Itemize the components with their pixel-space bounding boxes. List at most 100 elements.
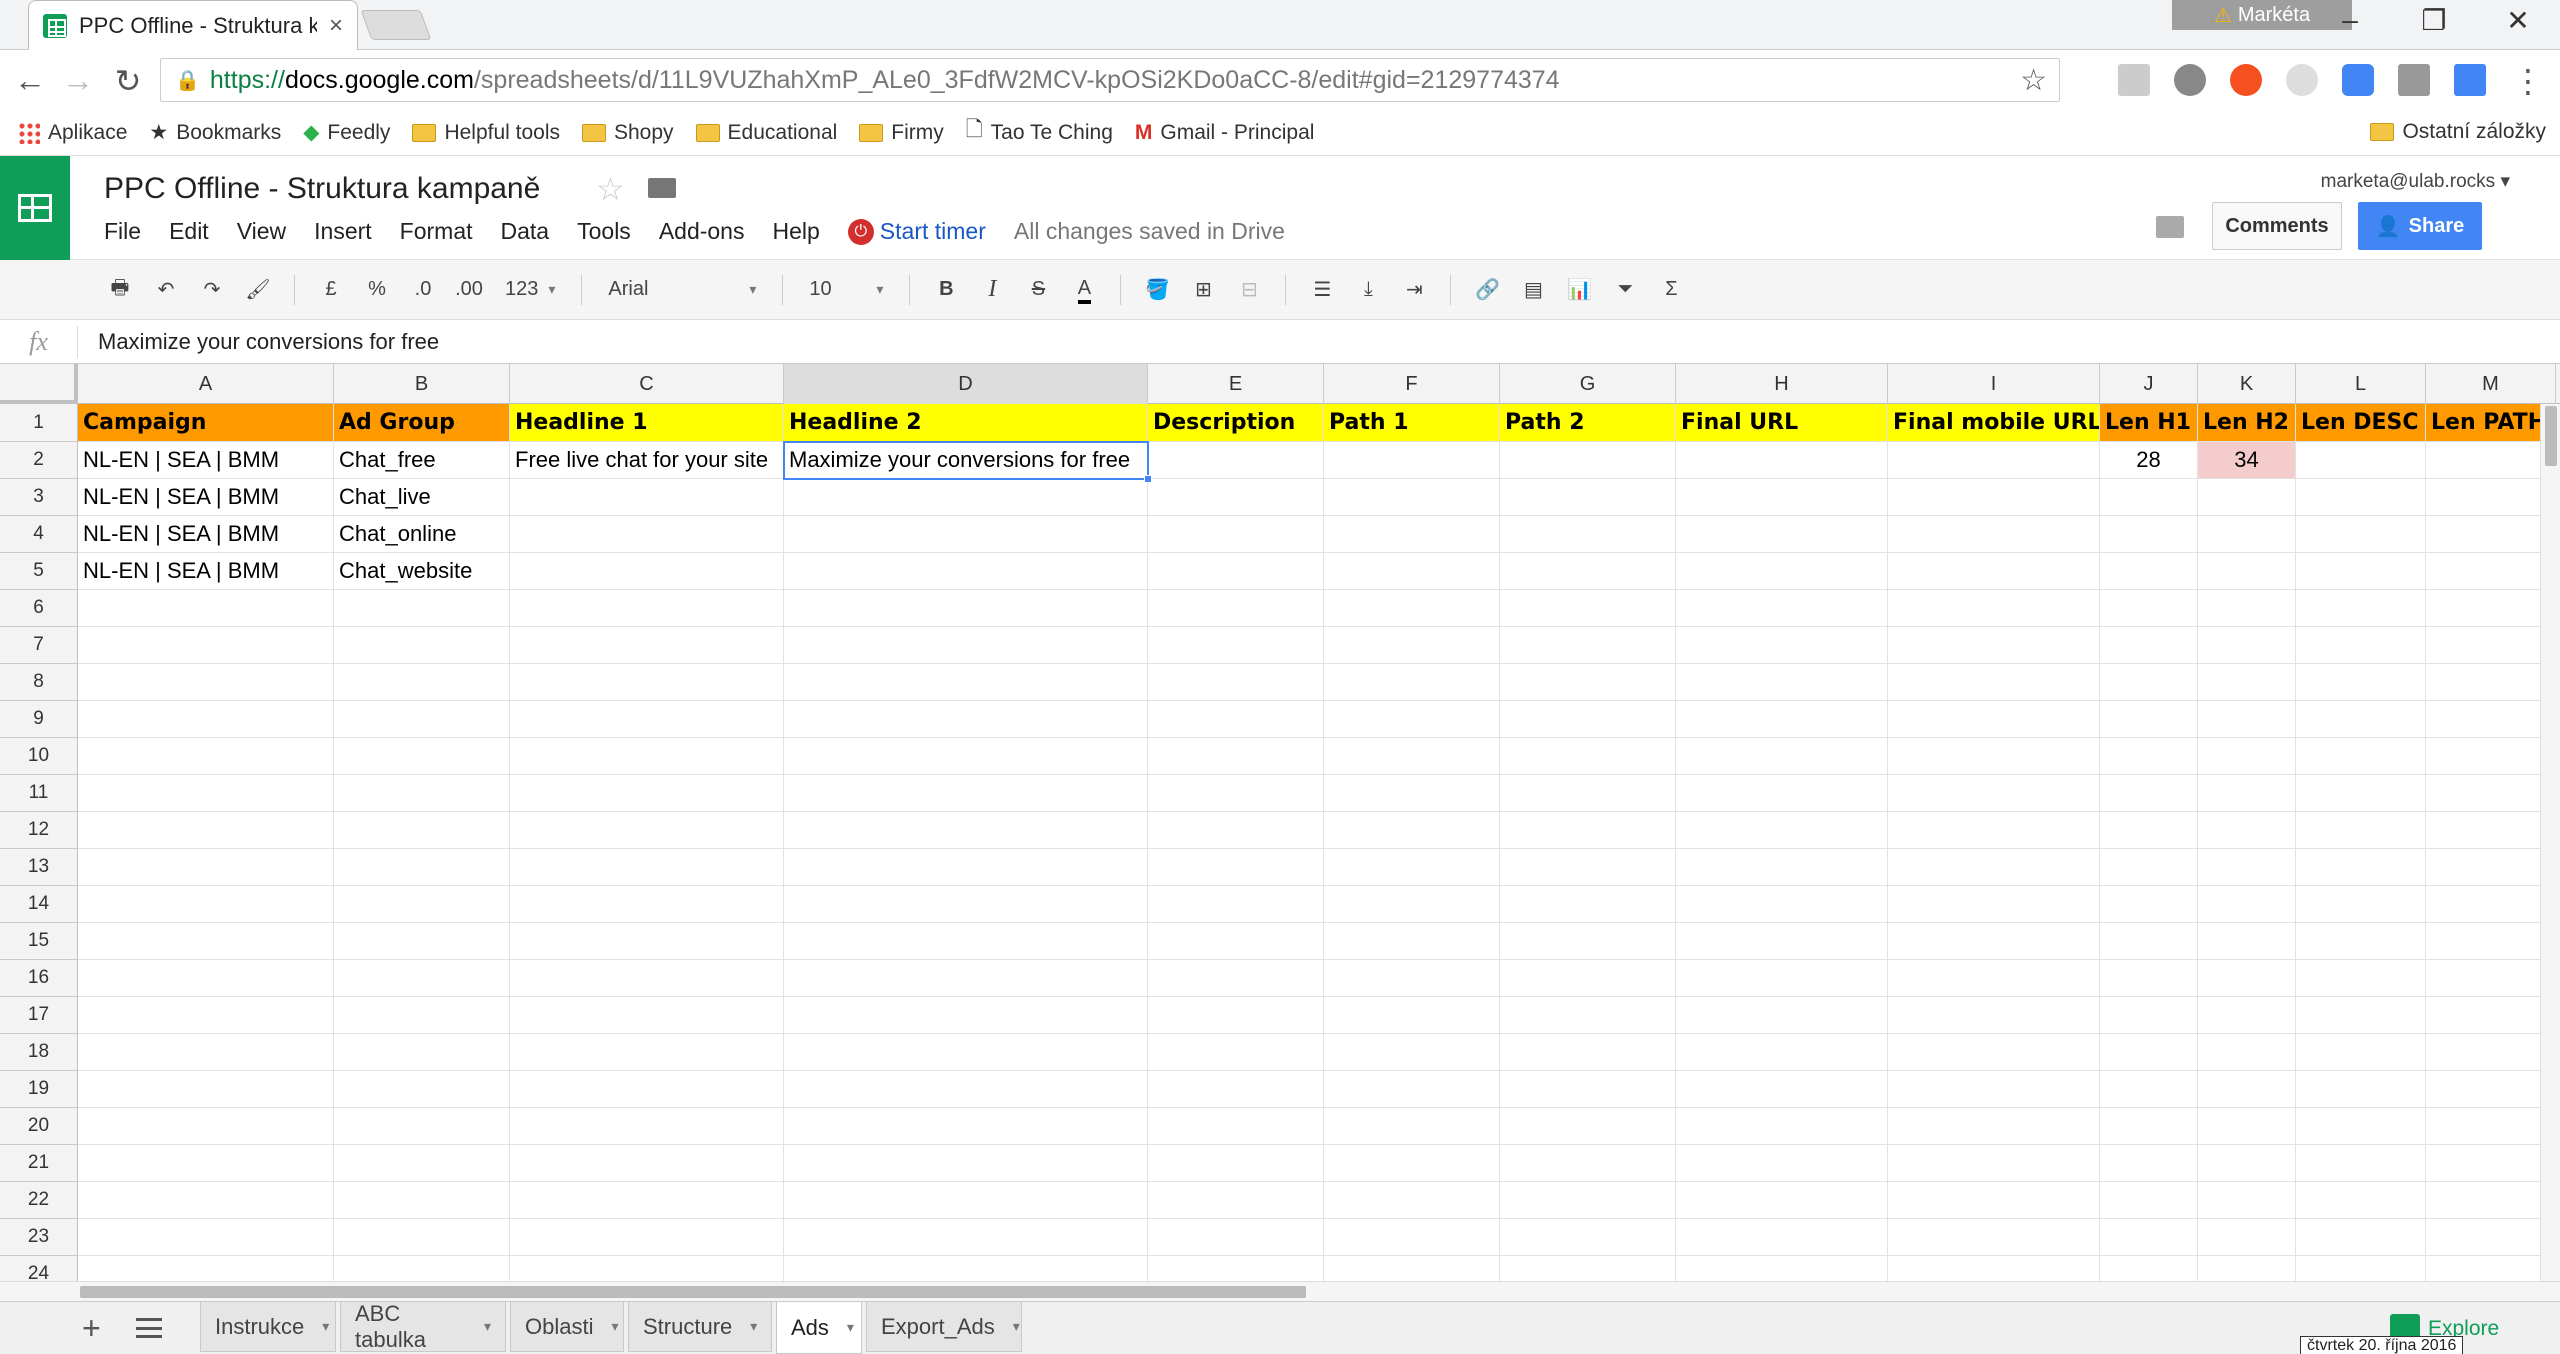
extension-ghost-icon[interactable] <box>2286 64 2318 96</box>
cell-b8[interactable] <box>334 664 510 701</box>
row-header-23[interactable]: 23 <box>0 1219 78 1256</box>
cell-f2[interactable] <box>1324 442 1500 479</box>
cell-j21[interactable] <box>2100 1145 2198 1182</box>
row-header-3[interactable]: 3 <box>0 479 78 516</box>
cell-l23[interactable] <box>2296 1219 2426 1256</box>
menu-insert[interactable]: Insert <box>314 218 372 245</box>
menu-help[interactable]: Help <box>772 218 819 245</box>
cell-a21[interactable] <box>78 1145 334 1182</box>
cell-h10[interactable] <box>1676 738 1888 775</box>
reload-icon[interactable]: ↻ <box>108 62 148 100</box>
cell-d17[interactable] <box>784 997 1148 1034</box>
column-header-c[interactable]: C <box>510 364 784 404</box>
cell-a12[interactable] <box>78 812 334 849</box>
strikethrough-button[interactable]: S <box>1022 272 1054 308</box>
row-header-2[interactable]: 2 <box>0 442 78 479</box>
sheet-tab-export-ads[interactable]: Export_Ads ▾ <box>866 1302 1022 1352</box>
cell-j18[interactable] <box>2100 1034 2198 1071</box>
cell-k6[interactable] <box>2198 590 2296 627</box>
cell-e9[interactable] <box>1148 701 1324 738</box>
comment-history-icon[interactable] <box>2156 216 2184 238</box>
cell-c3[interactable] <box>510 479 784 516</box>
print-icon[interactable]: 🖶 <box>104 272 136 308</box>
bold-button[interactable]: B <box>930 272 962 308</box>
cell-h18[interactable] <box>1676 1034 1888 1071</box>
cell-d11[interactable] <box>784 775 1148 812</box>
cell-l12[interactable] <box>2296 812 2426 849</box>
cell-e1[interactable]: Description <box>1148 404 1324 442</box>
cell-k17[interactable] <box>2198 997 2296 1034</box>
cell-d15[interactable] <box>784 923 1148 960</box>
cell-m18[interactable] <box>2426 1034 2556 1071</box>
extension-code-icon[interactable] <box>2398 64 2430 96</box>
cell-e17[interactable] <box>1148 997 1324 1034</box>
cell-m17[interactable] <box>2426 997 2556 1034</box>
cell-c19[interactable] <box>510 1071 784 1108</box>
extension-badge-icon[interactable] <box>2342 64 2374 96</box>
cell-m19[interactable] <box>2426 1071 2556 1108</box>
cell-d10[interactable] <box>784 738 1148 775</box>
cell-b22[interactable] <box>334 1182 510 1219</box>
row-header-8[interactable]: 8 <box>0 664 78 701</box>
bookmark-tao-te-ching[interactable]: 🗋 Tao Te Ching <box>966 115 1113 150</box>
cell-e23[interactable] <box>1148 1219 1324 1256</box>
cell-a22[interactable] <box>78 1182 334 1219</box>
cell-h22[interactable] <box>1676 1182 1888 1219</box>
cell-d12[interactable] <box>784 812 1148 849</box>
cell-a16[interactable] <box>78 960 334 997</box>
insert-comment-icon[interactable]: ▤ <box>1517 272 1549 308</box>
cell-k3[interactable] <box>2198 479 2296 516</box>
cell-k1[interactable]: Len H2 <box>2198 404 2296 442</box>
cell-m15[interactable] <box>2426 923 2556 960</box>
cell-b7[interactable] <box>334 627 510 664</box>
cell-g15[interactable] <box>1500 923 1676 960</box>
cell-b19[interactable] <box>334 1071 510 1108</box>
cell-k16[interactable] <box>2198 960 2296 997</box>
cell-c18[interactable] <box>510 1034 784 1071</box>
more-formats-dropdown[interactable]: 123 ▾ <box>499 272 561 308</box>
percent-format-button[interactable]: % <box>361 272 393 308</box>
cell-l2[interactable] <box>2296 442 2426 479</box>
cell-c11[interactable] <box>510 775 784 812</box>
fill-handle[interactable] <box>1144 475 1152 483</box>
cell-f22[interactable] <box>1324 1182 1500 1219</box>
column-header-g[interactable]: G <box>1500 364 1676 404</box>
cell-k14[interactable] <box>2198 886 2296 923</box>
cell-b20[interactable] <box>334 1108 510 1145</box>
cell-f9[interactable] <box>1324 701 1500 738</box>
cell-d8[interactable] <box>784 664 1148 701</box>
horizontal-scroll-thumb[interactable] <box>80 1286 1306 1298</box>
column-header-f[interactable]: F <box>1324 364 1500 404</box>
cell-i19[interactable] <box>1888 1071 2100 1108</box>
all-sheets-icon[interactable] <box>136 1318 162 1338</box>
horizontal-scrollbar[interactable] <box>0 1281 2560 1301</box>
cell-b12[interactable] <box>334 812 510 849</box>
cell-b2[interactable]: Chat_free <box>334 442 510 479</box>
cell-g6[interactable] <box>1500 590 1676 627</box>
other-bookmarks[interactable]: Ostatní záložky <box>2370 120 2546 144</box>
insert-chart-icon[interactable]: 📊 <box>1563 272 1595 308</box>
cell-i22[interactable] <box>1888 1182 2100 1219</box>
cell-a18[interactable] <box>78 1034 334 1071</box>
cell-e8[interactable] <box>1148 664 1324 701</box>
cell-l7[interactable] <box>2296 627 2426 664</box>
cell-k19[interactable] <box>2198 1071 2296 1108</box>
bookmark-bookmarks[interactable]: ★ Bookmarks <box>149 120 281 145</box>
font-family-dropdown[interactable]: Arial ▾ <box>602 272 762 308</box>
cell-b10[interactable] <box>334 738 510 775</box>
star-document-icon[interactable]: ☆ <box>596 170 625 208</box>
cell-k10[interactable] <box>2198 738 2296 775</box>
vertical-scroll-thumb[interactable] <box>2545 406 2557 466</box>
cell-g8[interactable] <box>1500 664 1676 701</box>
cell-e6[interactable] <box>1148 590 1324 627</box>
cell-e22[interactable] <box>1148 1182 1324 1219</box>
cell-c10[interactable] <box>510 738 784 775</box>
cell-j16[interactable] <box>2100 960 2198 997</box>
cell-c1[interactable]: Headline 1 <box>510 404 784 442</box>
cell-e4[interactable] <box>1148 516 1324 553</box>
cell-c8[interactable] <box>510 664 784 701</box>
cell-d3[interactable] <box>784 479 1148 516</box>
cell-a6[interactable] <box>78 590 334 627</box>
cell-d7[interactable] <box>784 627 1148 664</box>
sheet-tab-oblasti[interactable]: Oblasti ▾ <box>510 1302 624 1352</box>
